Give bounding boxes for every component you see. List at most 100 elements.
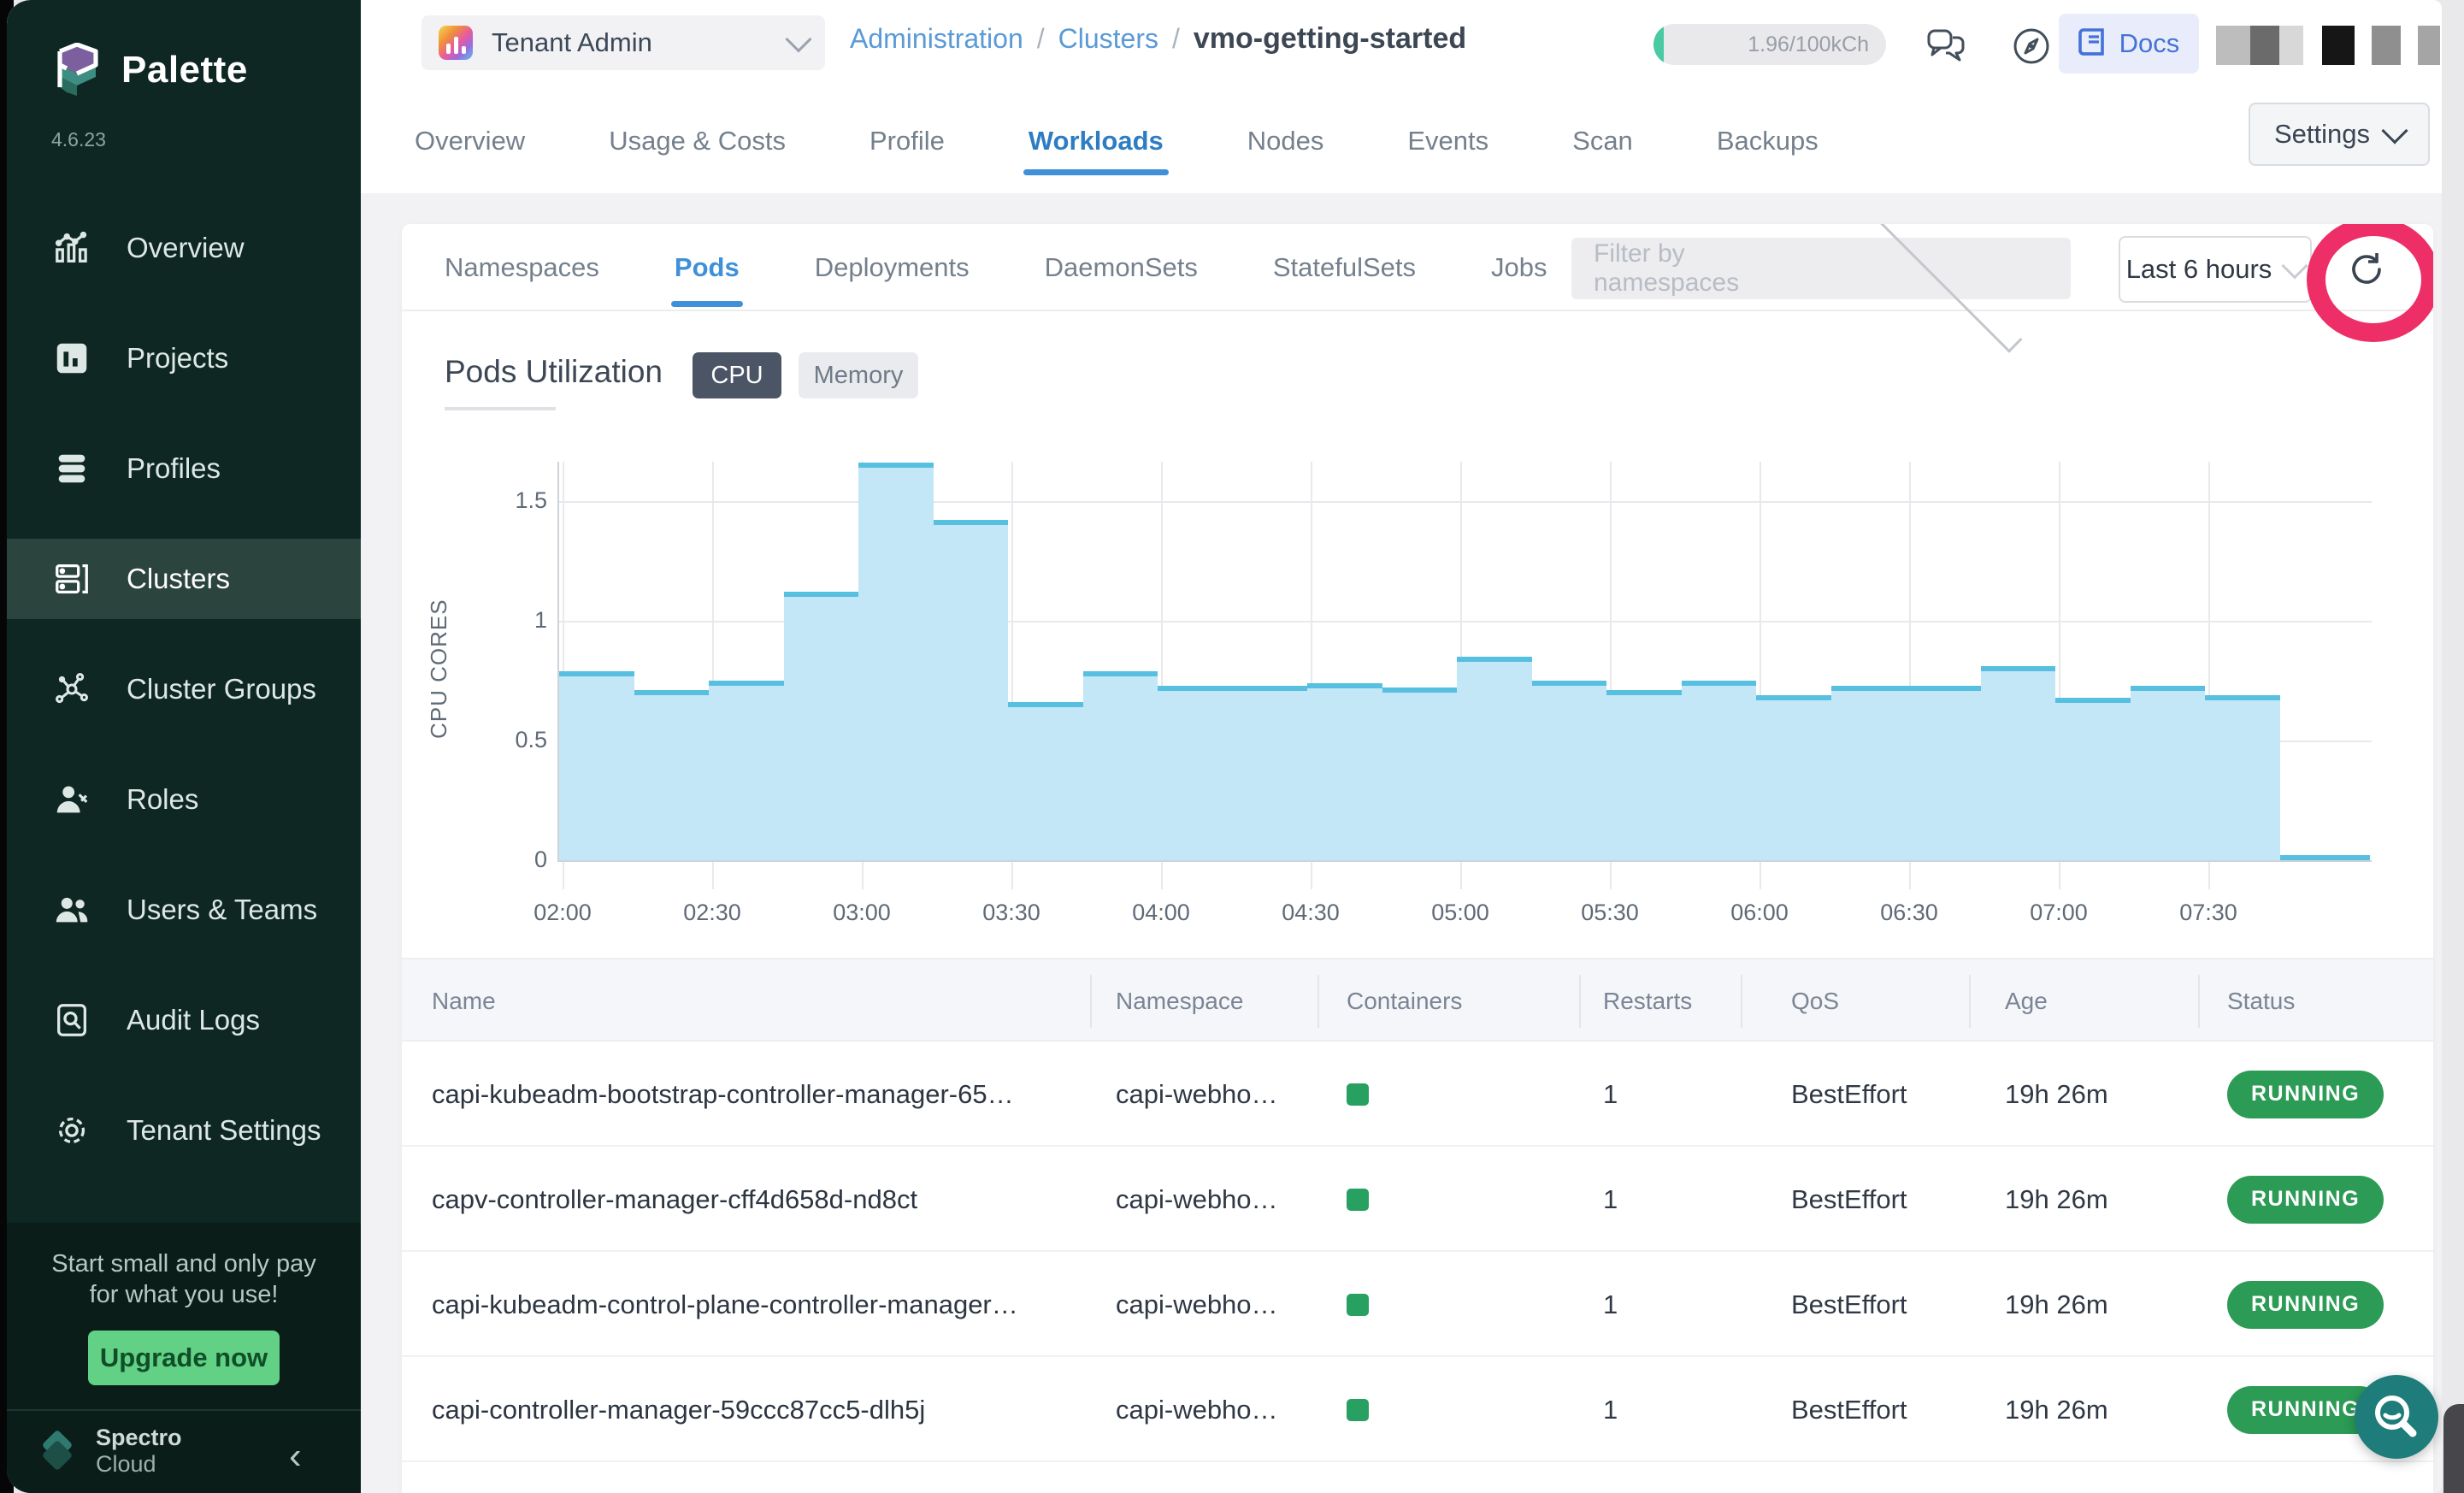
cpu-usage-bar xyxy=(1682,681,1757,860)
sidebar-item-label: Tenant Settings xyxy=(127,1114,321,1147)
spectro-cloud-brand: Spectro Cloud xyxy=(36,1425,182,1478)
promo-text-line1: Start small and only pay xyxy=(7,1250,361,1278)
compass-tour-icon[interactable] xyxy=(2009,24,2054,68)
sidebar-item-label: Profiles xyxy=(127,452,221,485)
tab-nodes[interactable]: Nodes xyxy=(1247,126,1324,162)
redacted-block xyxy=(2355,26,2372,65)
tenant-scope-selector[interactable]: Tenant Admin xyxy=(421,15,825,70)
sidebar-item-cluster-groups[interactable]: Cluster Groups xyxy=(7,649,361,729)
feedback-chat-icon[interactable] xyxy=(1924,24,1968,68)
subtab-deployments[interactable]: Deployments xyxy=(815,252,970,283)
palette-logo: Palette xyxy=(53,36,327,104)
subtab-jobs[interactable]: Jobs xyxy=(1491,252,1547,283)
refresh-button[interactable] xyxy=(2343,245,2390,292)
column-separator xyxy=(1969,975,1971,1028)
subtab-pods[interactable]: Pods xyxy=(675,252,740,283)
table-row-partial[interactable] xyxy=(402,1462,2433,1493)
time-range-label: Last 6 hours xyxy=(2126,254,2272,285)
tab-backups[interactable]: Backups xyxy=(1717,126,1819,162)
tab-overview[interactable]: Overview xyxy=(415,126,525,162)
restarts-cell: 1 xyxy=(1603,1042,1618,1147)
search-assistant-widget[interactable] xyxy=(2355,1375,2438,1459)
cpu-toggle-button[interactable]: CPU xyxy=(693,352,781,398)
sidebar-item-label: Overview xyxy=(127,232,245,264)
column-separator xyxy=(2198,975,2200,1028)
overview-icon xyxy=(51,227,92,269)
column-header-name: Name xyxy=(432,959,496,1043)
cpu-usage-bar xyxy=(2131,686,2206,860)
breadcrumb-clusters[interactable]: Clusters xyxy=(1058,23,1158,55)
sidebar-item-profiles[interactable]: Profiles xyxy=(7,428,361,509)
subtab-statefulsets[interactable]: StatefulSets xyxy=(1273,252,1416,283)
cpu-usage-bar xyxy=(1457,657,1532,860)
container-status-square xyxy=(1347,1294,1369,1316)
namespace-cell: capi-webho… xyxy=(1116,1042,1278,1147)
redacted-block xyxy=(2372,26,2401,65)
qos-cell: BestEffort xyxy=(1791,1357,1907,1462)
pod-name-cell: capi-kubeadm-control-plane-controller-ma… xyxy=(432,1252,1018,1357)
column-header-qos: QoS xyxy=(1791,959,1839,1043)
tab-usage-costs[interactable]: Usage & Costs xyxy=(609,126,786,162)
x-tick-label: 04:30 xyxy=(1259,900,1362,926)
sidebar: Palette 4.6.23 OverviewProjectsProfilesC… xyxy=(7,0,361,1493)
tab-scan[interactable]: Scan xyxy=(1572,126,1633,162)
namespace-cell: capi-webho… xyxy=(1116,1147,1278,1252)
table-row[interactable]: capi-controller-manager-59ccc87cc5-dlh5j… xyxy=(402,1357,2433,1462)
subtab-daemonsets[interactable]: DaemonSets xyxy=(1045,252,1198,283)
cpu-usage-bar xyxy=(709,681,784,860)
sidebar-item-roles[interactable]: Roles xyxy=(7,759,361,840)
cpu-usage-bar xyxy=(1532,681,1607,860)
pod-name-cell: capi-controller-manager-59ccc87cc5-dlh5j xyxy=(432,1357,925,1462)
app-window: Palette 4.6.23 OverviewProjectsProfilesC… xyxy=(7,0,2442,1493)
sidebar-item-overview[interactable]: Overview xyxy=(7,208,361,288)
namespace-cell: capi-webho… xyxy=(1116,1252,1278,1357)
projects-icon xyxy=(51,338,92,379)
status-cell: RUNNING xyxy=(2227,1252,2384,1357)
sidebar-item-audit-logs[interactable]: Audit Logs xyxy=(7,980,361,1060)
x-tick-label: 05:00 xyxy=(1409,900,1512,926)
cpu-usage-bar xyxy=(1831,686,1907,860)
memory-toggle-button[interactable]: Memory xyxy=(799,352,918,398)
users-teams-icon xyxy=(51,889,92,930)
containers-cell xyxy=(1347,1147,1369,1252)
container-status-square xyxy=(1347,1083,1369,1106)
upgrade-now-button[interactable]: Upgrade now xyxy=(88,1331,280,1385)
cpu-utilization-bar-chart: 02:0002:3003:0003:3004:0004:3005:0005:30… xyxy=(557,462,2370,862)
logo-text: Palette xyxy=(121,49,248,91)
sidebar-collapse-chevron[interactable]: ‹ xyxy=(289,1435,302,1478)
redacted-block xyxy=(2216,26,2250,65)
table-row[interactable]: capv-controller-manager-cff4d658d-nd8ctc… xyxy=(402,1147,2433,1252)
qos-cell: BestEffort xyxy=(1791,1252,1907,1357)
breadcrumb-administration[interactable]: Administration xyxy=(850,23,1023,55)
x-tick-label: 03:00 xyxy=(811,900,913,926)
roles-icon xyxy=(51,779,92,820)
sidebar-item-projects[interactable]: Projects xyxy=(7,318,361,398)
settings-button[interactable]: Settings xyxy=(2249,103,2430,166)
container-status-square xyxy=(1347,1189,1369,1211)
time-range-dropdown[interactable]: Last 6 hours xyxy=(2119,236,2312,303)
namespace-filter-input[interactable]: Filter by namespaces xyxy=(1571,238,2071,299)
sidebar-item-users-teams[interactable]: Users & Teams xyxy=(7,870,361,950)
docs-button[interactable]: Docs xyxy=(2059,14,2199,74)
tab-events[interactable]: Events xyxy=(1407,126,1488,162)
sidebar-item-clusters[interactable]: Clusters xyxy=(7,539,361,619)
tab-workloads[interactable]: Workloads xyxy=(1029,126,1164,162)
cpu-usage-bar xyxy=(1756,695,1831,860)
redacted-block xyxy=(2418,26,2440,65)
column-header-age: Age xyxy=(2005,959,2048,1043)
cpu-usage-bar xyxy=(1606,690,1682,860)
table-row[interactable]: capi-kubeadm-bootstrap-controller-manage… xyxy=(402,1042,2433,1147)
subtab-namespaces[interactable]: Namespaces xyxy=(445,252,599,283)
divider xyxy=(7,1409,361,1411)
tab-profile[interactable]: Profile xyxy=(869,126,945,162)
audit-logs-icon xyxy=(51,1000,92,1041)
table-row[interactable]: capi-kubeadm-control-plane-controller-ma… xyxy=(402,1252,2433,1357)
redacted-block xyxy=(2401,26,2418,65)
brand-line1: Spectro xyxy=(96,1425,182,1451)
screen: Palette 4.6.23 OverviewProjectsProfilesC… xyxy=(0,0,2464,1493)
y-tick-label: 0 xyxy=(445,847,547,873)
cpu-usage-bar xyxy=(1906,686,1981,860)
restarts-cell: 1 xyxy=(1603,1147,1618,1252)
sidebar-item-tenant-settings[interactable]: Tenant Settings xyxy=(7,1090,361,1171)
title-underline xyxy=(445,407,556,410)
